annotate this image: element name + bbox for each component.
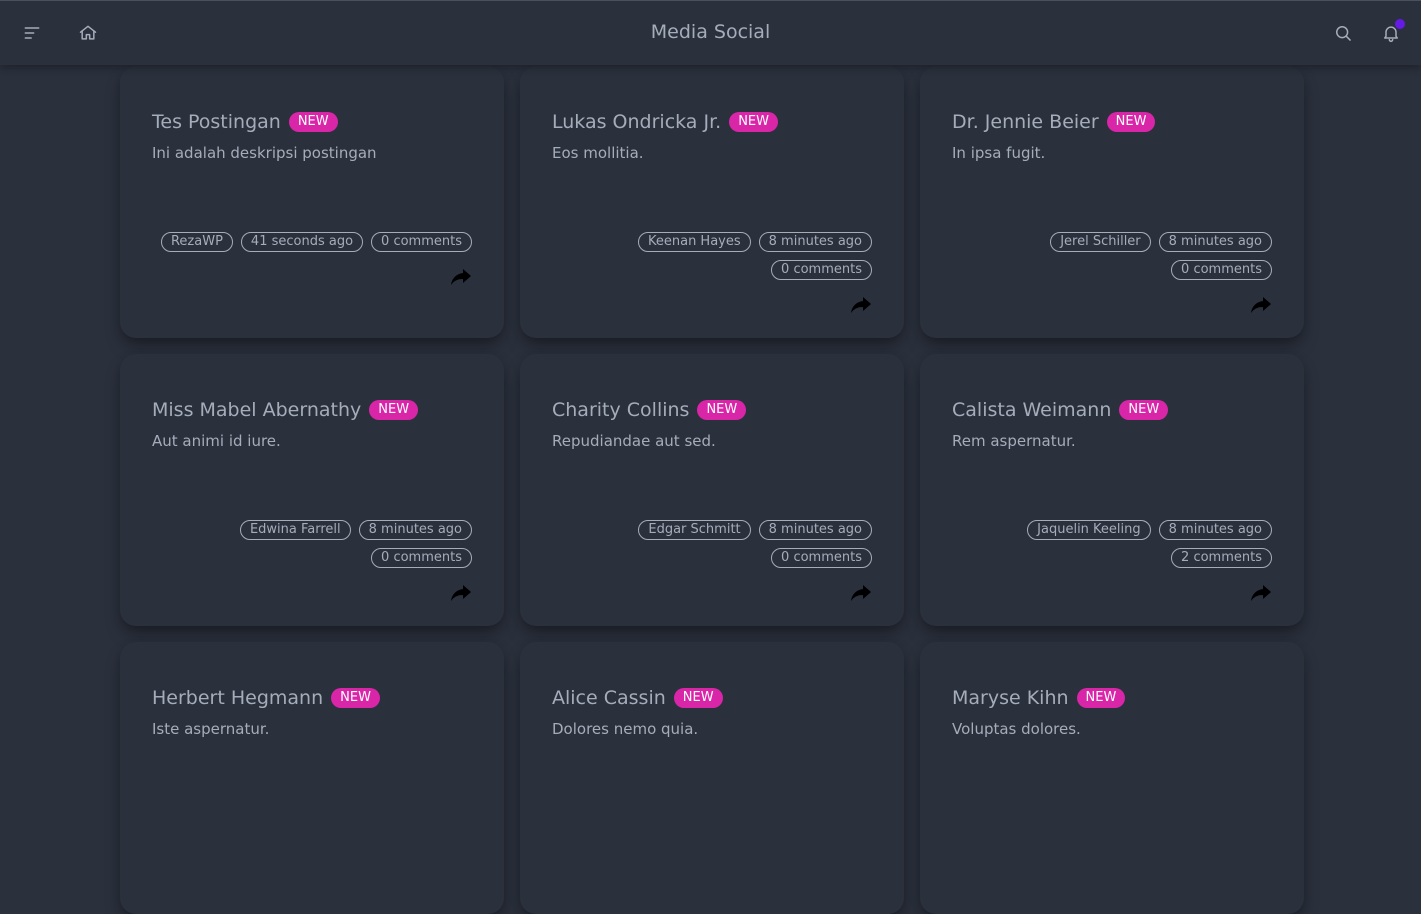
post-title-row: Tes Postingan NEW (152, 110, 472, 134)
post-description: Aut animi id iure. (152, 432, 281, 450)
share-icon[interactable] (850, 584, 872, 602)
post-title-row: Dr. Jennie Beier NEW (952, 110, 1272, 134)
post-title[interactable]: Lukas Ondricka Jr. (552, 111, 721, 133)
post-card[interactable]: Tes Postingan NEW Ini adalah deskripsi pos… (120, 66, 504, 338)
post-card[interactable]: Herbert Hegmann NEW Iste aspernatur. (120, 642, 504, 914)
post-description: Dolores nemo quia. (552, 720, 699, 738)
share-icon[interactable] (450, 268, 472, 286)
comments-badge: 2 comments (1171, 548, 1272, 568)
time-badge: 8 minutes ago (1158, 232, 1272, 252)
menu-icon[interactable] (12, 13, 52, 53)
share-icon[interactable] (850, 296, 872, 314)
post-title[interactable]: Alice Cassin (552, 687, 666, 709)
post-title[interactable]: Maryse Kihn (952, 687, 1069, 709)
post-meta: Edgar Schmitt 8 minutes ago 0 comments (552, 520, 872, 568)
post-description: Repudiandae aut sed. (552, 432, 716, 450)
post-description: Rem aspernatur. (952, 432, 1076, 450)
post-meta: Keenan Hayes 8 minutes ago 0 comments (552, 232, 872, 280)
share-icon[interactable] (450, 584, 472, 602)
comments-badge: 0 comments (771, 260, 872, 280)
new-badge: NEW (673, 688, 723, 708)
post-title-row: Herbert Hegmann NEW (152, 686, 472, 710)
time-badge: 8 minutes ago (358, 520, 472, 540)
comments-badge: 0 comments (771, 548, 872, 568)
post-title-row: Calista Weimann NEW (952, 398, 1272, 422)
author-badge: RezaWP (160, 232, 233, 252)
post-card[interactable]: Calista Weimann NEW Rem aspernatur. Jaqueli… (920, 354, 1304, 626)
share-icon[interactable] (1250, 296, 1272, 314)
post-title-row: Lukas Ondricka Jr. NEW (552, 110, 872, 134)
new-badge: NEW (331, 688, 380, 708)
post-title-row: Charity Collins NEW (552, 398, 872, 422)
home-icon[interactable] (68, 13, 108, 53)
search-icon[interactable] (1323, 13, 1363, 53)
author-badge: Jerel Schiller (1050, 232, 1151, 252)
post-meta: Jerel Schiller 8 minutes ago 0 comments (952, 232, 1272, 280)
post-title[interactable]: Tes Postingan (152, 111, 281, 133)
comments-badge: 0 comments (371, 548, 472, 568)
author-badge: Jaquelin Keeling (1027, 520, 1151, 540)
new-badge: NEW (1076, 688, 1126, 708)
author-badge: Keenan Hayes (637, 232, 751, 252)
time-badge: 8 minutes ago (758, 232, 872, 252)
share-icon[interactable] (1250, 584, 1272, 602)
app-title[interactable]: Media Social (651, 21, 770, 43)
post-title[interactable]: Charity Collins (552, 399, 689, 421)
comments-badge: 0 comments (371, 232, 472, 252)
new-badge: NEW (1106, 112, 1156, 132)
post-description: Ini adalah deskripsi postingan (152, 144, 377, 162)
comments-badge: 0 comments (1171, 260, 1272, 280)
post-title-row: Alice Cassin NEW (552, 686, 872, 710)
post-description: Iste aspernatur. (152, 720, 270, 738)
post-meta: RezaWP 41 seconds ago 0 comments (152, 232, 472, 252)
author-badge: Edgar Schmitt (638, 520, 751, 540)
post-card[interactable]: Lukas Ondricka Jr. NEW Eos mollitia. Keenan… (520, 66, 904, 338)
post-title[interactable]: Calista Weimann (952, 399, 1111, 421)
post-card[interactable]: Alice Cassin NEW Dolores nemo quia. (520, 642, 904, 914)
author-badge: Edwina Farrell (239, 520, 351, 540)
post-card[interactable]: Maryse Kihn NEW Voluptas dolores. (920, 642, 1304, 914)
post-meta: Edwina Farrell 8 minutes ago 0 comments (152, 520, 472, 568)
post-title[interactable]: Herbert Hegmann (152, 687, 323, 709)
new-badge: NEW (1119, 400, 1169, 420)
new-badge: NEW (369, 400, 419, 420)
post-card[interactable]: Dr. Jennie Beier NEW In ipsa fugit. Jerel S… (920, 66, 1304, 338)
post-card[interactable]: Miss Mabel Abernathy NEW Aut animi id iure… (120, 354, 504, 626)
post-description: Voluptas dolores. (952, 720, 1081, 738)
post-grid: Tes Postingan NEW Ini adalah deskripsi pos… (120, 66, 1304, 914)
post-title-row: Maryse Kihn NEW (952, 686, 1272, 710)
new-badge: NEW (729, 112, 778, 132)
navbar: Media Social (0, 0, 1421, 65)
time-badge: 8 minutes ago (1158, 520, 1272, 540)
post-description: In ipsa fugit. (952, 144, 1046, 162)
notifications-button[interactable] (1371, 13, 1411, 53)
post-meta: Jaquelin Keeling 8 minutes ago 2 comments (952, 520, 1272, 568)
time-badge: 8 minutes ago (758, 520, 872, 540)
post-description: Eos mollitia. (552, 144, 644, 162)
post-title[interactable]: Miss Mabel Abernathy (152, 399, 361, 421)
new-badge: NEW (697, 400, 747, 420)
post-card[interactable]: Charity Collins NEW Repudiandae aut sed. Ed… (520, 354, 904, 626)
notification-dot (1395, 19, 1405, 29)
post-title-row: Miss Mabel Abernathy NEW (152, 398, 472, 422)
time-badge: 41 seconds ago (240, 232, 364, 252)
new-badge: NEW (288, 112, 338, 132)
post-title[interactable]: Dr. Jennie Beier (952, 111, 1099, 133)
